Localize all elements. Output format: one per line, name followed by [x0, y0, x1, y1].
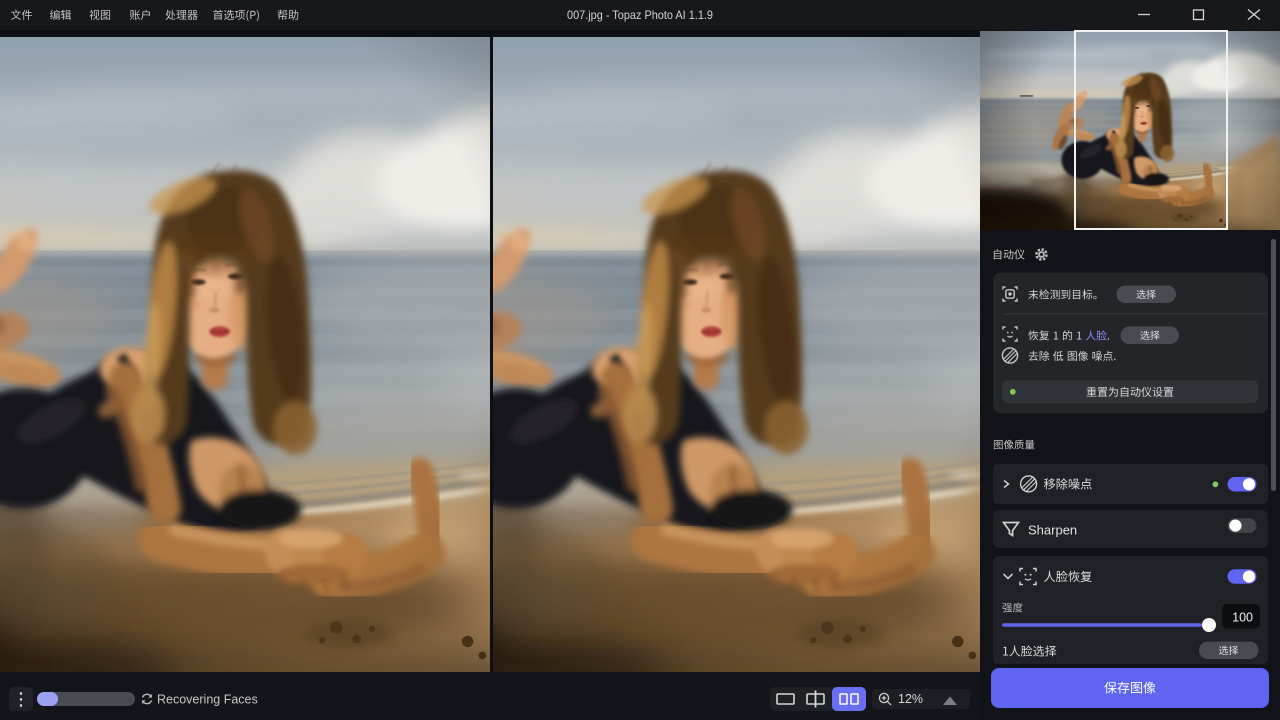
svg-text:100: 100 — [1232, 611, 1253, 625]
svg-text:007.jpg - Topaz Photo AI 1.1.9: 007.jpg - Topaz Photo AI 1.1.9 — [567, 8, 713, 22]
svg-text:Sharpen: Sharpen — [1028, 523, 1077, 538]
svg-text:12%: 12% — [898, 692, 923, 706]
svg-text:Recovering Faces: Recovering Faces — [157, 693, 258, 707]
